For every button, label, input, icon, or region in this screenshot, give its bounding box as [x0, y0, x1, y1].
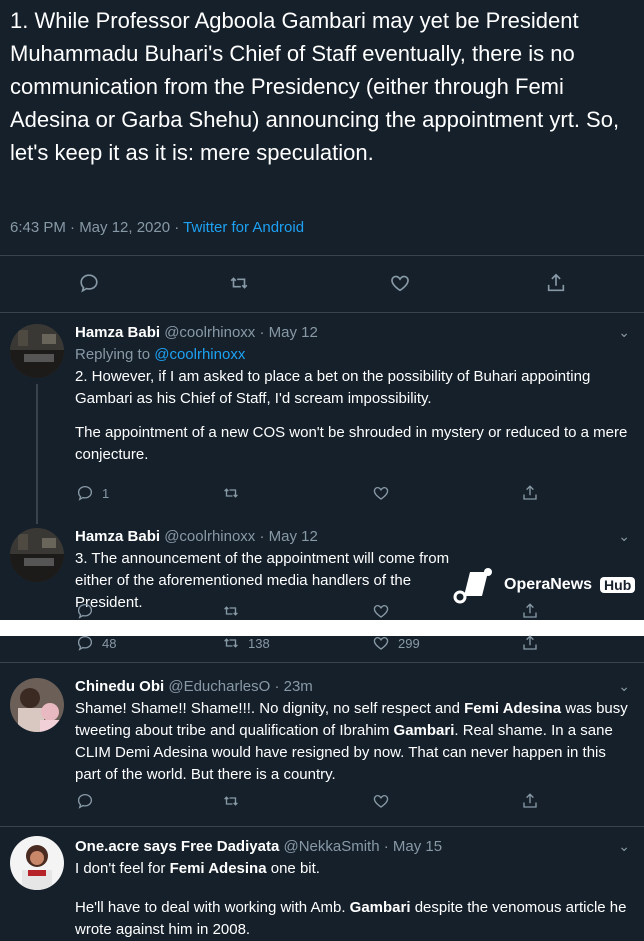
chevron-down-icon[interactable]: ⌄	[618, 838, 630, 855]
main-tweet-actions	[0, 272, 644, 296]
reply-text-segment: Shame! Shame!! Shame!!!. No dignity, no …	[75, 700, 465, 717]
reply-text-segment: He'll have to deal with working with Amb…	[75, 899, 350, 916]
watermark-hub-badge: Hub	[600, 577, 636, 593]
share-icon	[523, 635, 537, 650]
heart-icon	[373, 636, 389, 650]
reply-author-handle[interactable]: @coolrhinoxx · May 12	[164, 324, 318, 341]
reply-count: 1	[102, 485, 110, 501]
reply-icon	[77, 635, 93, 651]
chevron-down-icon[interactable]: ⌄	[618, 678, 630, 695]
retweet-icon	[230, 277, 248, 289]
avatar[interactable]	[10, 528, 64, 582]
reply-text: I don't feel for Femi Adesina one bit.	[75, 858, 633, 880]
like-button[interactable]	[372, 602, 390, 620]
reply-text: 2. However, if I am asked to place a bet…	[75, 368, 591, 407]
heart-icon	[373, 794, 389, 808]
heart-icon	[391, 275, 409, 292]
heart-icon	[373, 486, 389, 500]
avatar[interactable]	[10, 678, 64, 732]
retweet-icon	[224, 638, 238, 648]
chevron-down-icon[interactable]: ⌄	[618, 324, 630, 341]
reply-text-highlight: Gambari	[349, 899, 411, 916]
like-button[interactable]	[372, 792, 390, 810]
reply-button[interactable]	[78, 272, 100, 294]
retweet-button[interactable]	[228, 272, 250, 294]
retweet-button[interactable]: 138	[222, 634, 270, 652]
reply-button[interactable]	[76, 792, 94, 810]
reply-text: The appointment of a new COS won't be sh…	[75, 424, 628, 463]
reply-actions	[0, 792, 644, 816]
share-button[interactable]	[545, 272, 567, 294]
replying-to: Replying to @coolrhinoxx	[75, 344, 633, 366]
retweet-button[interactable]	[222, 602, 240, 620]
retweet-icon	[224, 606, 238, 616]
tweet-counts-row: 48 138 299	[0, 634, 644, 654]
reply-button[interactable]: 48	[76, 634, 116, 652]
reply-author-handle[interactable]: @coolrhinoxx · May 12	[164, 528, 318, 545]
reply-button[interactable]	[76, 602, 94, 620]
divider	[0, 312, 644, 313]
reply-actions: 1	[0, 484, 644, 508]
share-button[interactable]	[521, 792, 539, 810]
heart-icon	[373, 604, 389, 618]
like-button[interactable]	[389, 272, 411, 294]
reply-author-name[interactable]: Hamza Babi	[75, 324, 160, 341]
avatar[interactable]	[10, 836, 64, 890]
like-count: 299	[398, 635, 420, 651]
replying-to-label: Replying to	[75, 346, 155, 363]
share-button[interactable]	[521, 484, 539, 502]
reply-count: 48	[102, 635, 117, 651]
retweet-icon	[224, 796, 238, 806]
divider	[0, 826, 644, 827]
tweet-client-link[interactable]: Twitter for Android	[183, 219, 304, 236]
tweet-meta: 6:43 PM · May 12, 2020 · Twitter for And…	[10, 219, 304, 236]
reply-author-name[interactable]: One.acre says Free Dadiyata	[75, 838, 279, 855]
reply-author-name[interactable]: Hamza Babi	[75, 528, 160, 545]
reply-author-name[interactable]: Chinedu Obi	[75, 678, 164, 695]
reply-text: Shame! Shame!! Shame!!!. No dignity, no …	[75, 698, 633, 786]
watermark-text: OperaNews	[504, 576, 593, 593]
share-button[interactable]	[521, 634, 539, 652]
reply-author-handle[interactable]: @EducharlesO · 23m	[168, 678, 312, 695]
reply-icon	[77, 793, 93, 809]
divider	[0, 662, 644, 663]
reply-text-highlight: Femi Adesina	[464, 700, 562, 717]
reply-text-segment: one bit.	[266, 860, 320, 877]
operanews-hub-watermark: OperaNews Hub	[452, 564, 636, 606]
avatar[interactable]	[10, 324, 64, 378]
reply-button[interactable]: 1	[76, 484, 109, 502]
reply-text: He'll have to deal with working with Amb…	[75, 897, 633, 941]
reply-icon	[77, 485, 93, 501]
chevron-down-icon[interactable]: ⌄	[618, 528, 630, 545]
reply-text-segment: I don't feel for	[75, 860, 170, 877]
like-button[interactable]: 299	[372, 634, 420, 652]
reply-icon	[77, 603, 93, 619]
retweet-count: 138	[248, 635, 270, 651]
tweet-timestamp: 6:43 PM · May 12, 2020 ·	[10, 219, 184, 236]
replying-to-link[interactable]: @coolrhinoxx	[154, 346, 245, 363]
reply-text-highlight: Femi Adesina	[169, 860, 267, 877]
reply-text-highlight: Gambari	[393, 722, 455, 739]
retweet-button[interactable]	[222, 792, 240, 810]
share-icon	[547, 273, 565, 292]
share-icon	[523, 793, 537, 808]
like-button[interactable]	[372, 484, 390, 502]
retweet-button[interactable]	[222, 484, 240, 502]
main-tweet-text: 1. While Professor Agboola Gambari may y…	[10, 8, 620, 165]
reply-author-handle[interactable]: @NekkaSmith · May 15	[283, 838, 442, 855]
divider	[0, 255, 644, 256]
reply-icon	[80, 274, 98, 293]
retweet-icon	[224, 488, 238, 498]
operanews-logo-icon	[453, 568, 492, 604]
share-icon	[523, 485, 537, 500]
